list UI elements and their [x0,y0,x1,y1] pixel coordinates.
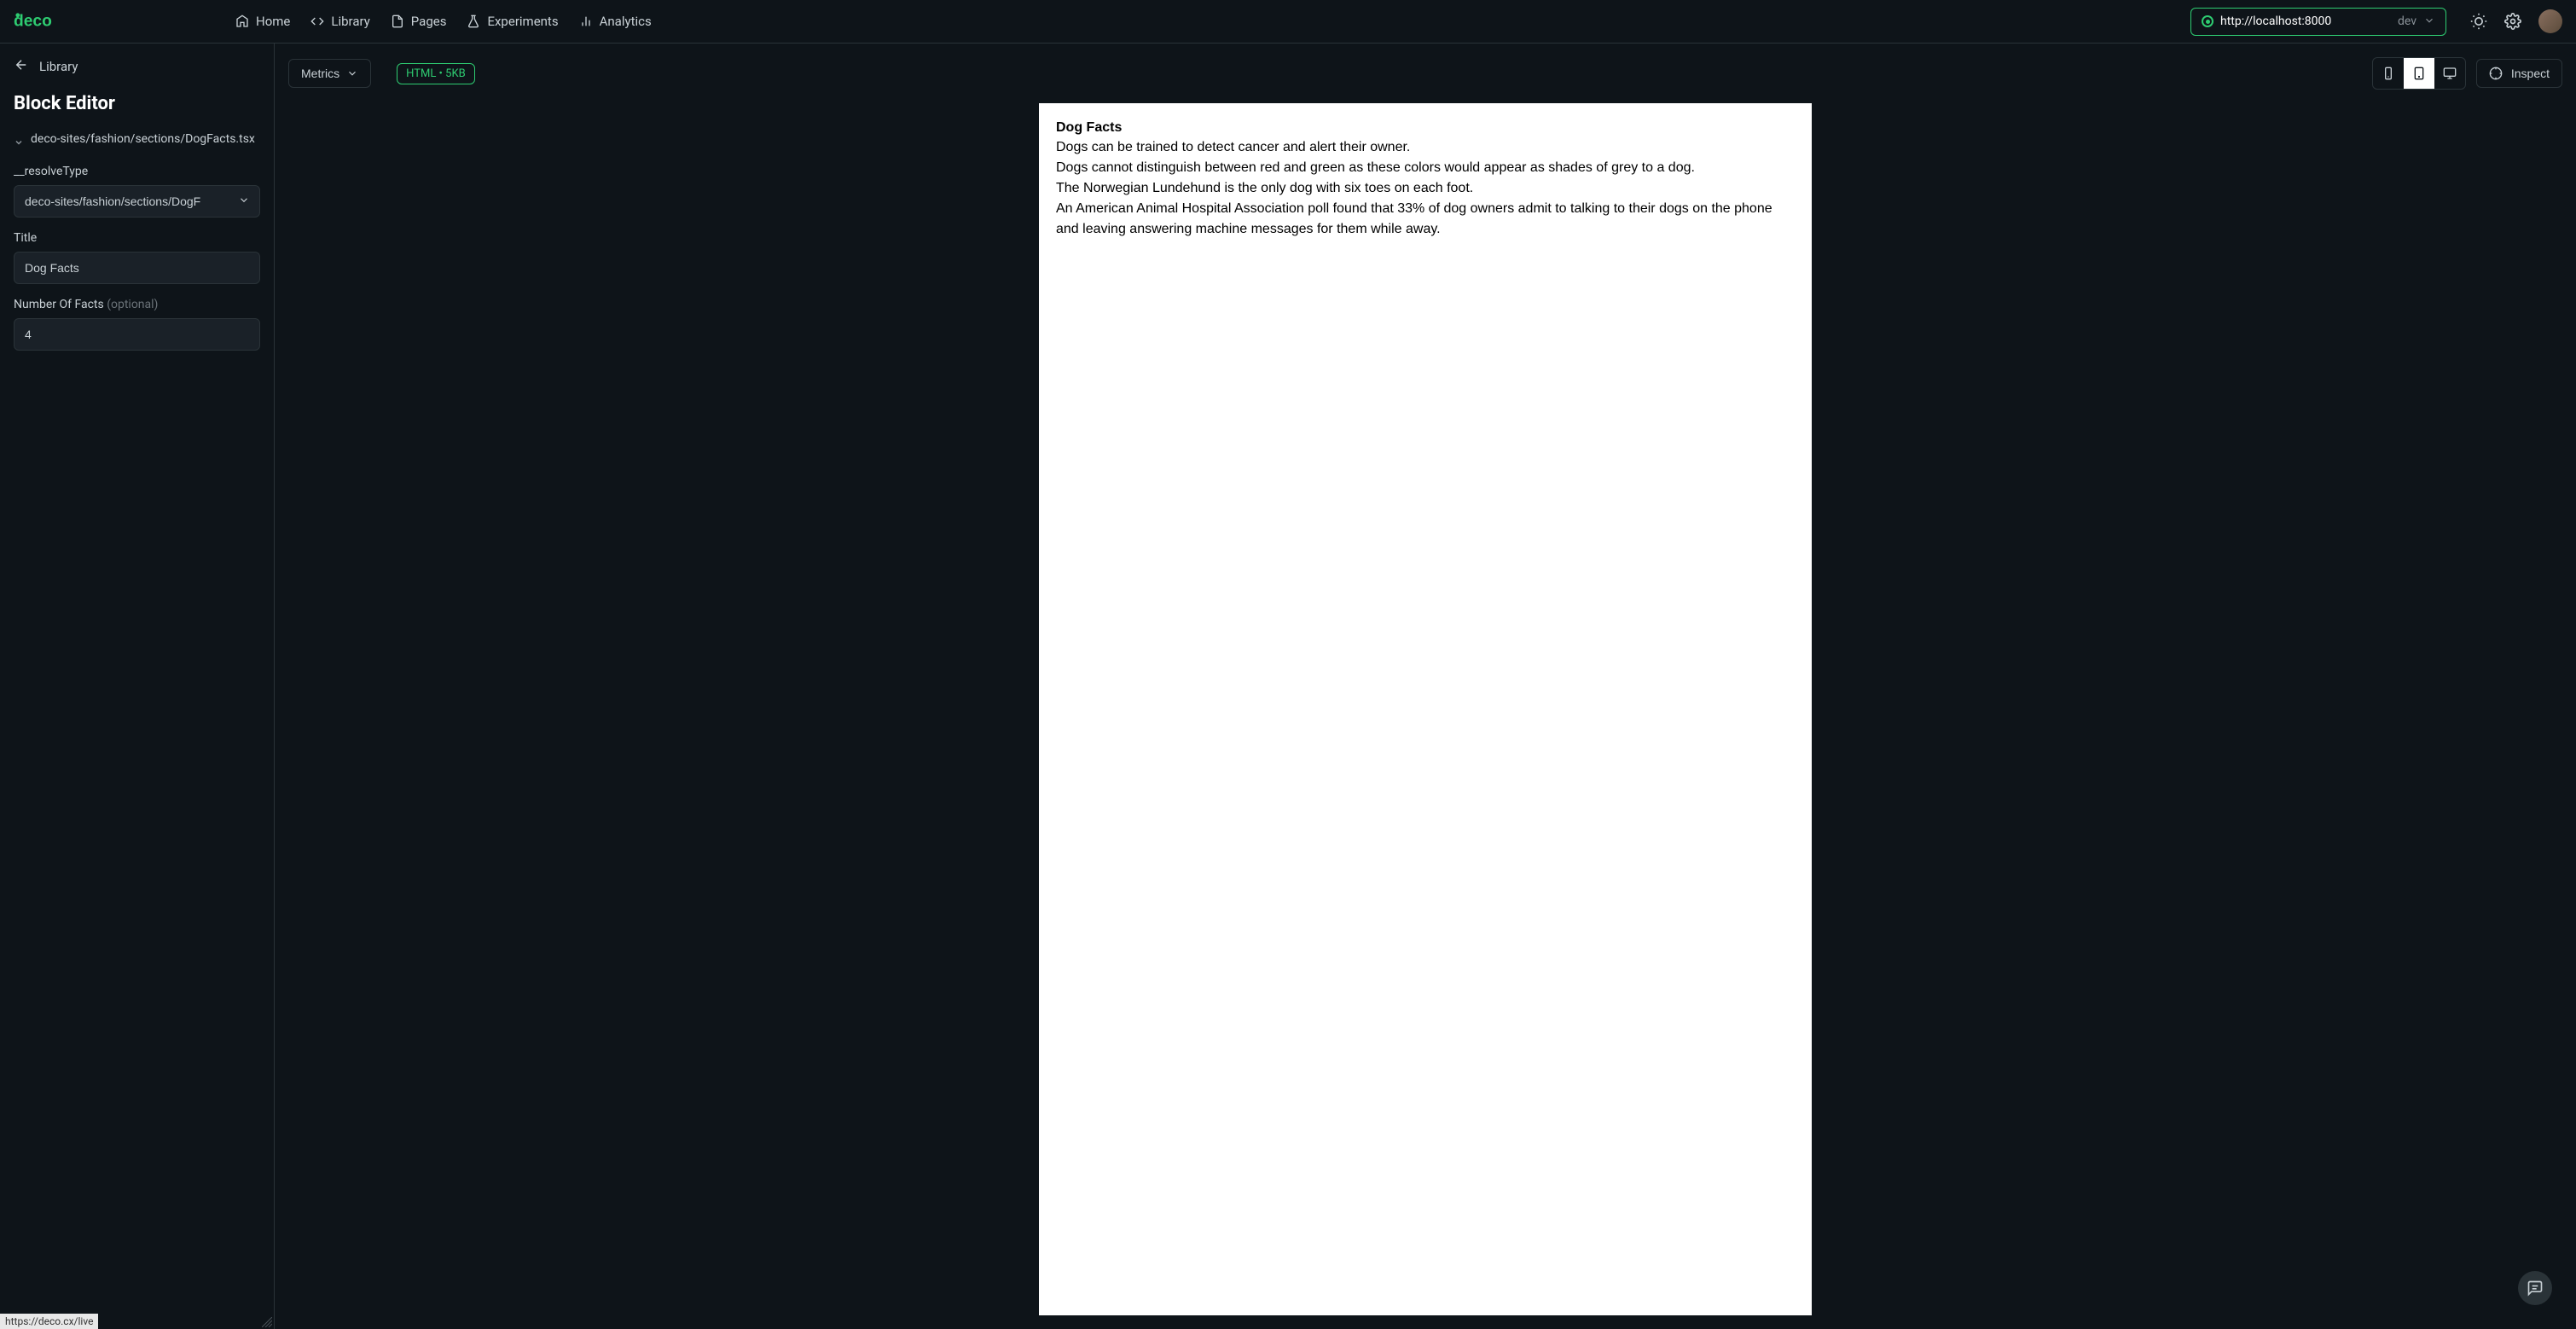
nav-library-label: Library [331,14,369,29]
nav-experiments-label: Experiments [487,14,558,29]
flask-icon [467,15,480,28]
url-text: http://localhost:8000 [2220,15,2391,28]
status-indicator-icon [2202,15,2213,27]
numfacts-input[interactable] [14,318,260,351]
page-icon [391,15,404,28]
status-url: https://deco.cx/live [0,1314,98,1329]
home-icon [235,15,249,28]
nav-home[interactable]: Home [235,14,290,29]
fact-line: An American Animal Hospital Association … [1056,199,1795,240]
title-input[interactable] [14,252,260,284]
fact-line: The Norwegian Lundehund is the only dog … [1056,178,1795,199]
nav-pages[interactable]: Pages [391,14,447,29]
nav-analytics-label: Analytics [600,14,652,29]
chat-button[interactable] [2518,1271,2552,1305]
metrics-button[interactable]: Metrics [288,59,371,88]
preview-body: Dogs can be trained to detect cancer and… [1056,137,1795,240]
logo[interactable]: deco [14,9,75,33]
back-button[interactable]: Library [14,57,260,76]
theme-toggle-icon[interactable] [2470,13,2487,30]
sidebar-title: Block Editor [14,93,260,114]
chevron-down-icon [14,135,24,151]
resolve-type-select[interactable] [14,185,260,218]
chevron-down-icon [2423,14,2435,30]
title-field-label: Title [14,231,260,245]
inspect-button[interactable]: Inspect [2476,59,2562,88]
html-size-badge: HTML • 5KB [397,63,475,84]
fact-line: Dogs cannot distinguish between red and … [1056,158,1795,178]
preview-title: Dog Facts [1056,120,1795,136]
nav-experiments[interactable]: Experiments [467,14,558,29]
nav-analytics[interactable]: Analytics [579,14,652,29]
chart-icon [579,15,593,28]
tree-item-label: deco-sites/fashion/sections/DogFacts.tsx [31,131,255,148]
viewport-mobile-button[interactable] [2373,58,2404,89]
back-label: Library [39,59,78,74]
back-arrow-icon [14,57,29,76]
url-bar[interactable]: http://localhost:8000 dev [2190,8,2446,36]
resize-handle[interactable] [262,1317,272,1327]
fact-line: Dogs can be trained to detect cancer and… [1056,137,1795,158]
resolve-type-label: __resolveType [14,165,260,178]
numfacts-label: Number Of Facts (optional) [14,298,260,311]
nav-home-label: Home [256,14,290,29]
nav-pages-label: Pages [411,14,447,29]
settings-icon[interactable] [2504,13,2521,30]
nav-library[interactable]: Library [310,14,369,29]
avatar[interactable] [2538,9,2562,33]
preview-frame: Dog Facts Dogs can be trained to detect … [1039,103,1812,1315]
viewport-tablet-button[interactable] [2404,58,2434,89]
tree-item[interactable]: deco-sites/fashion/sections/DogFacts.tsx [14,131,260,151]
code-icon [310,15,324,28]
viewport-desktop-button[interactable] [2434,58,2465,89]
env-label: dev [2398,15,2416,28]
